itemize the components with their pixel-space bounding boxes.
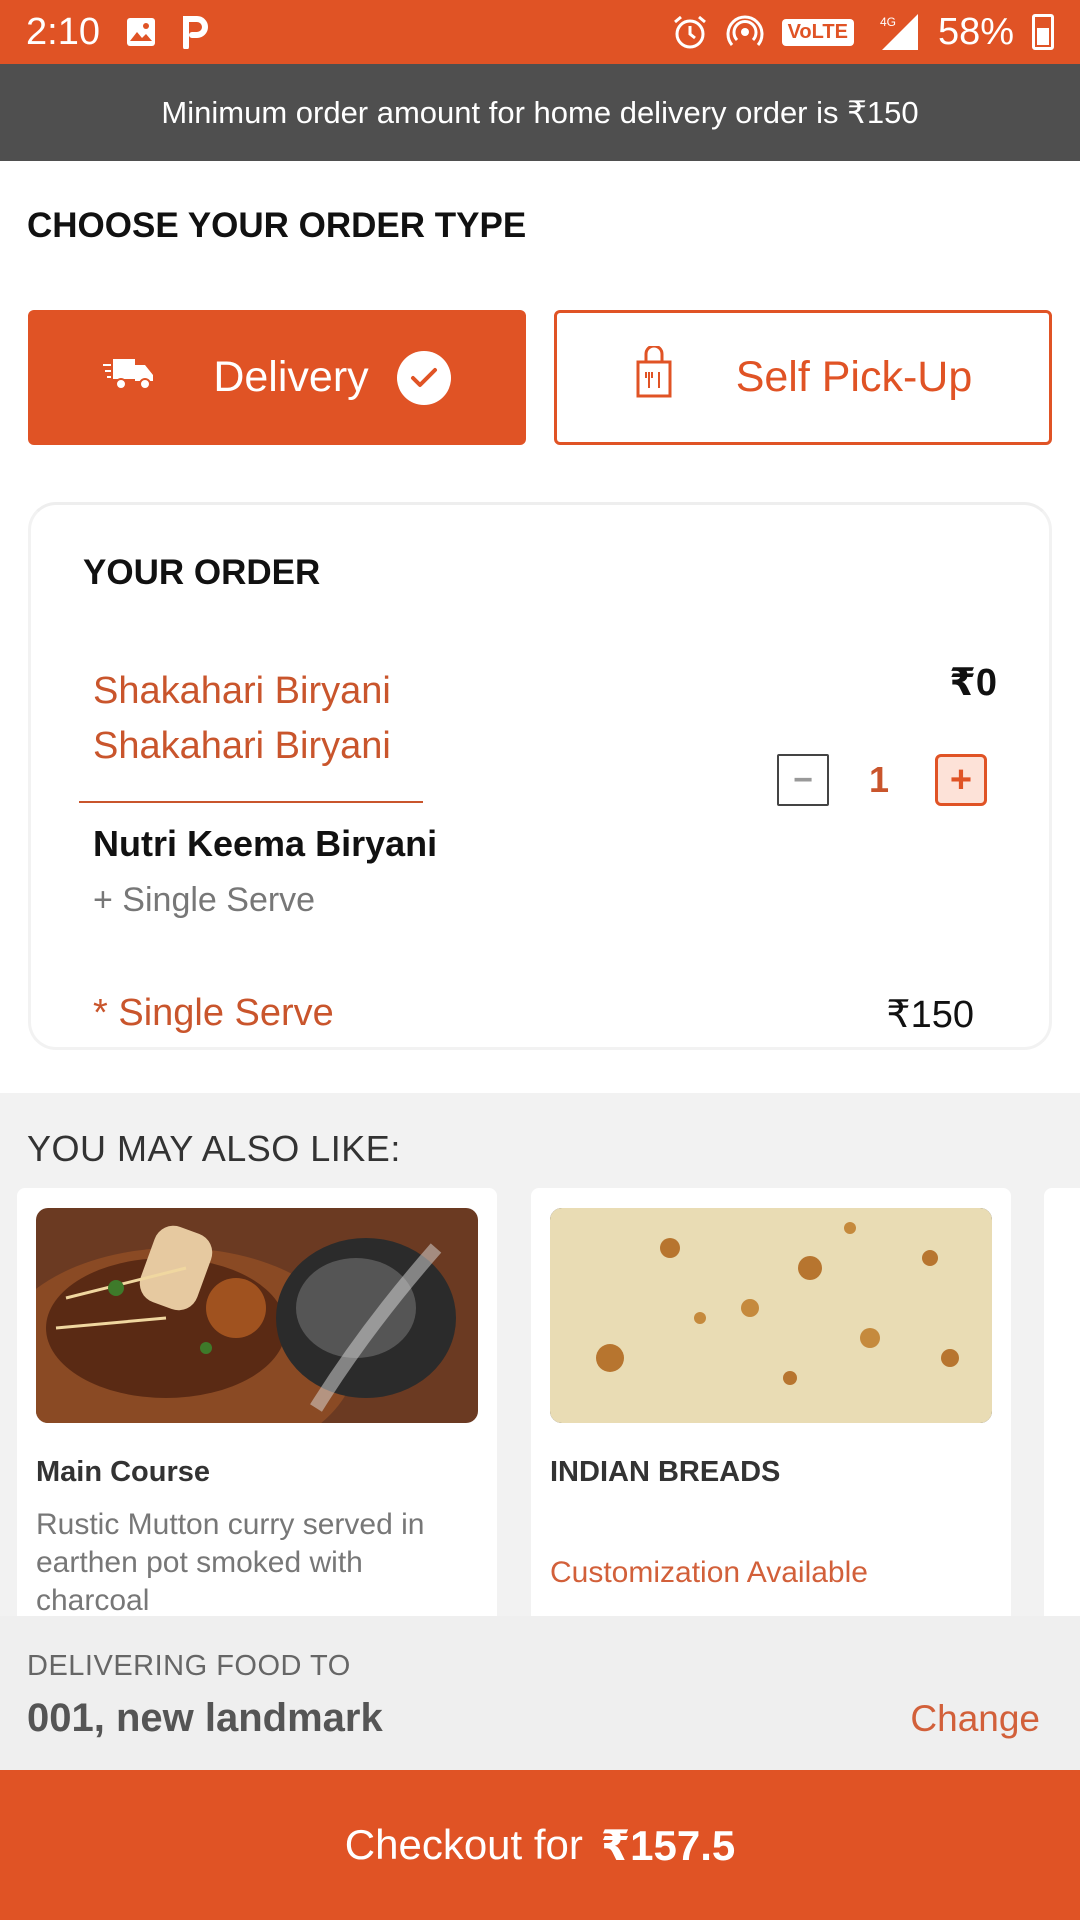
delivery-truck-icon (103, 353, 157, 402)
status-bar: 2:10 VoLTE 4G 58% (0, 0, 1080, 64)
roti-image (550, 1208, 992, 1423)
checkout-label: Checkout for (344, 1821, 583, 1868)
item-divider (79, 801, 423, 803)
recommendation-name: INDIAN BREADS (550, 1456, 781, 1488)
decrease-quantity-button[interactable]: − (777, 754, 829, 806)
delivery-label: Delivery (213, 353, 369, 401)
checkout-amount: ₹157.5 (600, 1821, 736, 1869)
delivering-to-label: DELIVERING FOOD TO (27, 1650, 351, 1682)
alarm-icon (672, 14, 708, 50)
recommendation-name: Main Course (36, 1456, 211, 1488)
battery-icon (1032, 14, 1054, 50)
battery-percent: 58% (937, 10, 1014, 53)
order-item-name-repeat[interactable]: Shakahari Biryani (93, 725, 391, 768)
parking-icon (182, 15, 210, 49)
customization-available-label: Customization Available (550, 1556, 868, 1589)
serve-label: * Single Serve (93, 992, 334, 1034)
quantity-value: 1 (869, 759, 890, 800)
recommendation-card-partial[interactable] (1044, 1188, 1080, 1628)
banner-text: Minimum order amount for home delivery o… (161, 94, 919, 130)
checkout-button[interactable]: Checkout for ₹157.5 (0, 1770, 1080, 1920)
minimum-order-banner: Minimum order amount for home delivery o… (0, 64, 1080, 161)
image-icon (126, 17, 156, 47)
order-item-name[interactable]: Shakahari Biryani (93, 670, 391, 713)
self-pickup-label: Self Pick-Up (735, 353, 973, 401)
signal-icon: 4G (872, 12, 920, 52)
order-item-price: ₹0 (949, 662, 997, 704)
network-type-label: 4G (880, 15, 896, 29)
serve-price: ₹150 (886, 994, 974, 1036)
status-time: 2:10 (26, 10, 100, 53)
self-pickup-option-button[interactable]: Self Pick-Up (554, 310, 1052, 445)
delivery-address-bar: DELIVERING FOOD TO 001, new landmark Cha… (0, 1616, 1080, 1770)
order-type-title: CHOOSE YOUR ORDER TYPE (27, 206, 527, 245)
your-order-title: YOUR ORDER (83, 553, 321, 592)
change-address-link[interactable]: Change (910, 1698, 1040, 1740)
mutton-curry-image (36, 1208, 478, 1423)
recommendation-card[interactable]: Main Course Rustic Mutton curry served i… (17, 1188, 497, 1628)
volte-badge: VoLTE (781, 18, 854, 46)
recommendation-card[interactable]: INDIAN BREADS Customization Available (531, 1188, 1011, 1628)
delivery-address: 001, new landmark (27, 1696, 383, 1740)
increase-quantity-button[interactable]: + (935, 754, 987, 806)
sub-item-name: Nutri Keema Biryani (93, 823, 438, 864)
hotspot-icon (726, 14, 764, 50)
recommendation-description: Rustic Mutton curry served in earthen po… (36, 1508, 425, 1617)
delivery-option-button[interactable]: Delivery (28, 310, 526, 445)
recommendations-title: YOU MAY ALSO LIKE: (27, 1128, 401, 1169)
sub-item-option: + Single Serve (93, 881, 316, 919)
shopping-bag-icon (634, 344, 674, 409)
order-card: YOUR ORDER Shakahari Biryani Shakahari B… (28, 502, 1052, 1050)
selected-check-icon (396, 350, 451, 405)
